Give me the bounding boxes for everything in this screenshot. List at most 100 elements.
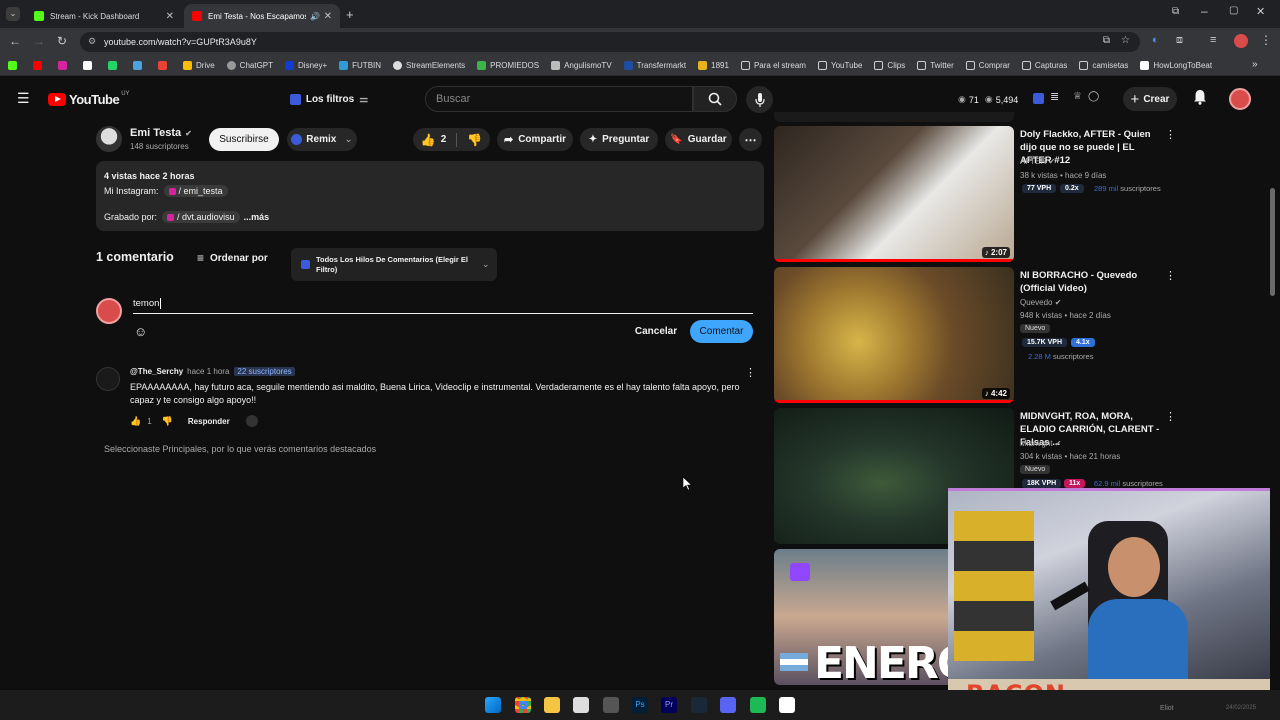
bookmark-twitter[interactable]: Twitter — [917, 61, 954, 70]
video-channel[interactable]: AFTER ✔ — [1020, 157, 1055, 166]
app-icon[interactable] — [573, 697, 589, 713]
commenter-avatar[interactable] — [96, 367, 120, 391]
bookmark-1891[interactable]: 1891 — [698, 61, 729, 70]
back-icon[interactable]: ← — [9, 34, 21, 48]
comment-filter-dropdown[interactable]: Todos Los Hilos De Comentarios (Elegir E… — [291, 248, 497, 281]
avatar[interactable] — [1234, 34, 1248, 48]
more-bookmarks-icon[interactable]: » — [1252, 59, 1258, 70]
video-menu-icon[interactable]: ⋮ — [1165, 269, 1176, 282]
kick-bookmark-icon[interactable] — [8, 61, 21, 70]
bookmark-capturas[interactable]: Capturas — [1021, 61, 1067, 70]
comment-author[interactable]: @The_Serchy — [130, 367, 183, 376]
whatsapp-bookmark-icon[interactable] — [108, 61, 121, 70]
save-button[interactable]: 🔖 Guardar — [665, 128, 732, 151]
channel-avatar[interactable] — [96, 126, 122, 152]
url-input[interactable]: ⚙ youtube.com/watch?v=GUPtR3A9u8Y ⧉ ☆ — [80, 32, 1140, 52]
comment-time[interactable]: hace 1 hora — [187, 367, 229, 376]
remix-button[interactable]: Remix ⌄ — [287, 128, 357, 151]
tab-youtube[interactable]: Emi Testa - Nos Escapamos 🔊 ✕ — [184, 4, 340, 28]
close-window-icon[interactable]: ✕ — [1256, 5, 1265, 18]
youtube-bookmark-icon[interactable] — [33, 61, 46, 70]
submit-comment-button[interactable]: Comentar — [690, 320, 753, 343]
scrollbar-thumb[interactable] — [1270, 188, 1275, 296]
search-input[interactable]: Buscar — [425, 86, 693, 112]
sort-button[interactable]: ≡ Ordenar por — [197, 251, 268, 265]
instagram-bookmark-icon[interactable] — [58, 61, 71, 70]
steam-icon[interactable] — [691, 697, 707, 713]
like-icon[interactable]: 👍 — [130, 416, 141, 427]
bookmark-chatgpt[interactable]: ChatGPT — [226, 61, 273, 70]
x-bookmark-icon[interactable] — [83, 61, 96, 70]
obs-icon[interactable] — [603, 697, 619, 713]
dislike-icon[interactable]: 👎 — [467, 133, 482, 147]
photoshop-icon[interactable]: Ps — [632, 697, 648, 713]
list-icon[interactable]: ≣ — [1050, 90, 1059, 103]
star-icon[interactable]: ☆ — [1121, 35, 1130, 46]
speaker-icon[interactable]: 🔊 — [310, 12, 320, 21]
install-icon[interactable]: ⧉ — [1103, 35, 1110, 46]
chrome-icon[interactable] — [515, 697, 531, 713]
dislike-icon[interactable]: 👎 — [162, 416, 173, 427]
user-avatar[interactable] — [1229, 88, 1251, 110]
video-channel[interactable]: Midnvght ✔ — [1020, 439, 1061, 448]
spotify-icon[interactable] — [750, 697, 766, 713]
site-info-icon[interactable]: ⚙ — [88, 36, 96, 47]
voice-search-button[interactable] — [746, 86, 773, 113]
hamburger-menu-icon[interactable]: ☰ — [17, 90, 30, 107]
subscribe-button[interactable]: Suscribirse — [209, 128, 279, 151]
bookmark-youtube[interactable]: YouTube — [817, 61, 862, 70]
minimize-icon[interactable]: – — [1201, 4, 1208, 18]
bookmark-camisetas[interactable]: camisetas — [1079, 61, 1128, 70]
comment-menu-icon[interactable]: ⋮ — [745, 366, 756, 379]
close-icon[interactable]: ✕ — [166, 11, 174, 22]
tab-kick[interactable]: Stream - Kick Dashboard ✕ — [26, 4, 182, 28]
gmail-bookmark-icon[interactable] — [158, 61, 171, 70]
cancel-button[interactable]: Cancelar — [630, 320, 682, 343]
show-more-link[interactable]: ...más — [244, 212, 270, 222]
video-title[interactable]: NI BORRACHO - Quevedo (Official Video) — [1020, 269, 1165, 295]
video-thumbnail[interactable]: ♪ 4:42 — [774, 267, 1014, 403]
chat-icon[interactable]: ◯ — [1088, 91, 1099, 102]
ask-button[interactable]: ✦ Preguntar — [580, 128, 658, 151]
bookmark-transfermarkt[interactable]: Transfermarkt — [623, 61, 686, 70]
extensions-icon[interactable]: ⧈ — [1176, 34, 1183, 47]
menu-icon[interactable]: ⋮ — [1260, 33, 1272, 47]
file-explorer-icon[interactable] — [544, 697, 560, 713]
bookmark-futbin[interactable]: FUTBIN — [339, 61, 381, 70]
notion-icon[interactable] — [779, 697, 795, 713]
filter-extension-icon[interactable] — [1033, 93, 1044, 104]
extension-icon[interactable]: ◐ — [1152, 34, 1159, 46]
search-button[interactable] — [693, 86, 737, 112]
filters-button[interactable]: Los filtros ⚌ — [286, 87, 372, 111]
bookmark-promiedos[interactable]: PROMIEDOS — [477, 61, 539, 70]
bookmark-comprar[interactable]: Comprar — [965, 61, 1010, 70]
tab-search-icon[interactable]: ⌄ — [6, 7, 20, 21]
media-icon[interactable]: ≡ — [1210, 34, 1216, 46]
comment-input[interactable]: temon — [133, 298, 753, 314]
recorded-by-link[interactable]: / dvt.audiovisu — [162, 211, 240, 223]
premiere-icon[interactable]: Pr — [661, 697, 677, 713]
maximize-icon[interactable]: ▢ — [1229, 5, 1238, 16]
video-menu-icon[interactable]: ⋮ — [1165, 410, 1176, 423]
bookmark-angulismotv[interactable]: AngulismoTV — [551, 61, 612, 70]
bookmark-disney[interactable]: Disney+ — [285, 61, 327, 70]
bookmark-streamelements[interactable]: StreamElements — [393, 61, 465, 70]
bookmark-drive[interactable]: Drive — [183, 61, 215, 70]
instagram-link[interactable]: / emi_testa — [163, 185, 228, 197]
reply-button[interactable]: Responder — [188, 417, 230, 426]
emoji-icon[interactable]: ☺ — [134, 324, 147, 339]
trophy-icon[interactable]: ♕ — [1073, 91, 1082, 102]
reload-icon[interactable]: ↻ — [57, 34, 67, 48]
notifications-bell-icon[interactable] — [1193, 89, 1207, 110]
video-thumbnail[interactable]: ♪ 2:07 — [774, 126, 1014, 262]
video-menu-icon[interactable]: ⋮ — [1165, 128, 1176, 141]
bookmark-para-el-stream[interactable]: Para el stream — [740, 61, 806, 70]
close-icon[interactable]: ✕ — [324, 11, 332, 22]
discord-icon[interactable] — [720, 697, 736, 713]
windows-start-icon[interactable] — [485, 697, 501, 713]
new-tab-icon[interactable]: + — [346, 7, 354, 22]
share-button[interactable]: ➦ Compartir — [497, 128, 573, 151]
profile-icon[interactable]: ⧉ — [1172, 6, 1179, 17]
like-icon[interactable]: 👍 — [421, 133, 436, 147]
bookmark-clips[interactable]: Clips — [874, 61, 905, 70]
